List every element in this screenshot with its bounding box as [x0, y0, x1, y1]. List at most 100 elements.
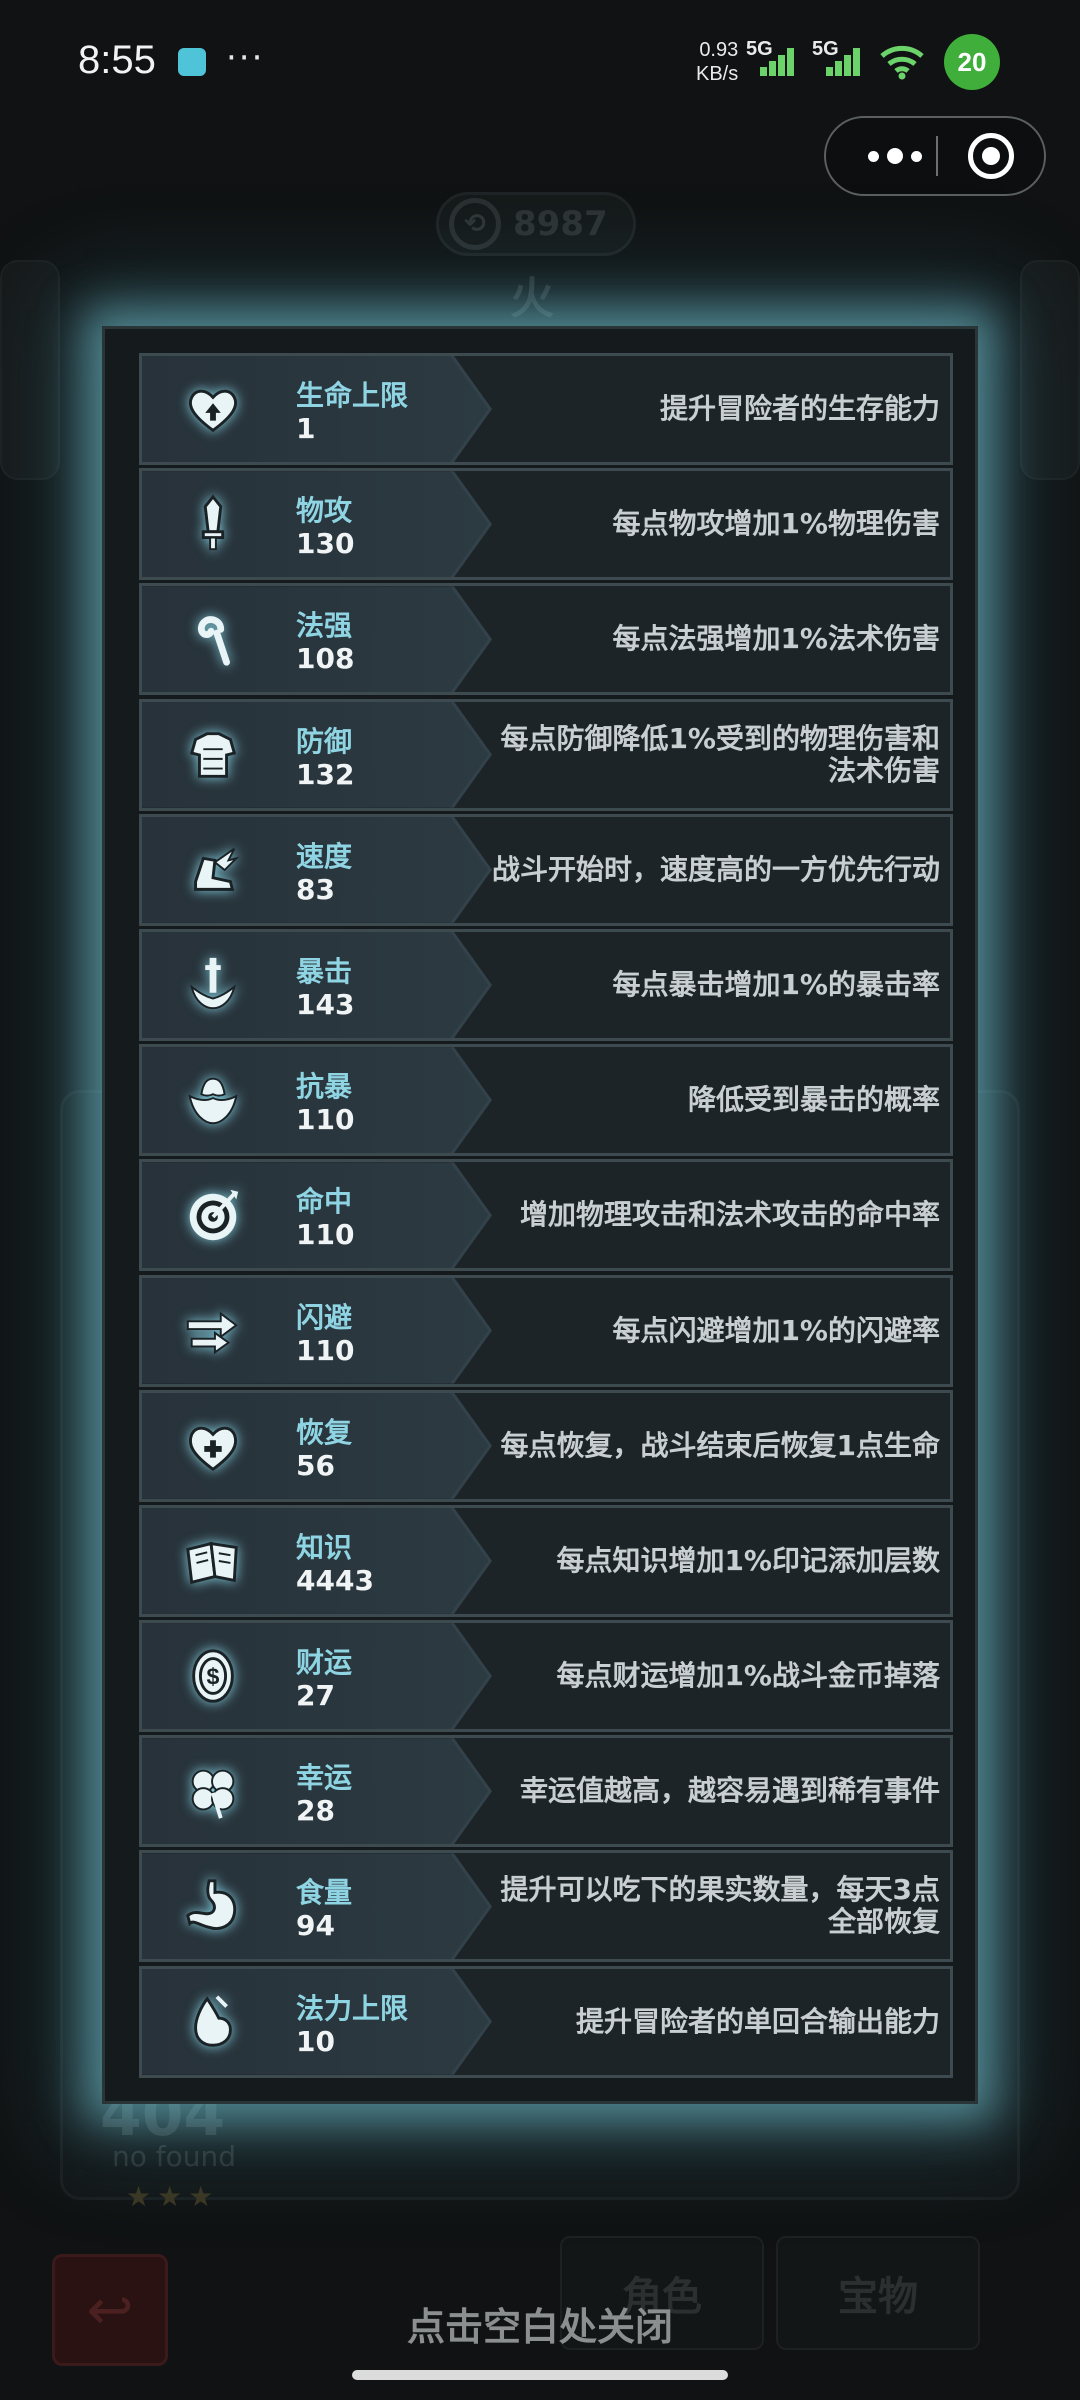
stat-row: 法强 108 每点法强增加1%法术伤害: [139, 583, 953, 696]
stat-row: 幸运 28 幸运值越高，越容易遇到稀有事件: [139, 1735, 953, 1848]
app-notification-icon: [178, 48, 206, 76]
stat-name: 物攻: [296, 494, 353, 528]
target-icon: [176, 1178, 250, 1252]
stat-description: 每点防御降低1%受到的物理伤害和法术伤害: [500, 721, 940, 787]
capsule-divider: [936, 136, 938, 176]
clover-icon: [176, 1754, 250, 1828]
stat-row: 抗暴 110 降低受到暴击的概率: [139, 1044, 953, 1157]
stat-name: 暴击: [296, 954, 353, 988]
stat-description: 幸运值越高，越容易遇到稀有事件: [519, 1774, 940, 1808]
wifi-icon: [880, 45, 924, 80]
stat-name: 幸运: [296, 1761, 353, 1795]
stat-name: 法力上限: [296, 1991, 409, 2025]
stat-row: 防御 132 每点防御降低1%受到的物理伤害和法术伤害: [139, 698, 953, 811]
coin-icon: $: [176, 1639, 250, 1713]
stat-value: 1: [296, 412, 316, 445]
dodge-arrows-icon: [176, 1294, 250, 1368]
stat-value: 110: [296, 1103, 355, 1137]
stat-description: 降低受到暴击的概率: [687, 1083, 940, 1117]
more-notifications-icon: ···: [226, 38, 265, 78]
shell-shield-icon: [176, 1063, 250, 1137]
status-time: 8:55: [78, 38, 156, 82]
stat-description: 每点知识增加1%印记添加层数: [556, 1543, 940, 1577]
stat-description: 每点暴击增加1%的暴击率: [612, 967, 940, 1001]
book-icon: [176, 1524, 250, 1598]
stat-description: 每点物攻增加1%物理伤害: [612, 507, 940, 541]
signal-bars-icon: [826, 46, 870, 76]
stat-value: 83: [296, 872, 335, 906]
stat-value: 110: [296, 1218, 355, 1252]
stat-value: 130: [296, 527, 355, 561]
stat-value: 110: [296, 1333, 355, 1367]
winged-boot-icon: [176, 833, 250, 907]
stat-value: 4443: [296, 1563, 374, 1597]
network-speed-unit: KB/s: [696, 63, 739, 85]
stat-value: 10: [296, 2024, 335, 2058]
stat-name: 闪避: [296, 1300, 353, 1334]
stat-row: $ 财运 27 每点财运增加1%战斗金币掉落: [139, 1620, 953, 1733]
network-speed: 0.93 KB/s: [696, 38, 738, 86]
stat-row: 生命上限 1 提升冒险者的生存能力: [139, 353, 953, 465]
bg-currency-pill: ⟲ 8987: [436, 192, 636, 256]
stat-description: 提升冒险者的生存能力: [659, 392, 940, 425]
stomach-icon: [176, 1869, 250, 1943]
mana-drop-icon: [176, 1985, 250, 2059]
crit-dagger-icon: [176, 948, 250, 1022]
stat-row: 知识 4443 每点知识增加1%印记添加层数: [139, 1504, 953, 1617]
miniprogram-capsule: [824, 116, 1046, 196]
bg-card-right: [1020, 260, 1080, 480]
stat-name: 财运: [296, 1646, 353, 1680]
stat-name: 命中: [296, 1185, 353, 1219]
stat-row: 暴击 143 每点暴击增加1%的暴击率: [139, 928, 953, 1041]
stat-description: 每点财运增加1%战斗金币掉落: [556, 1659, 940, 1693]
stat-value: 143: [296, 987, 355, 1021]
close-miniprogram-icon[interactable]: [968, 133, 1014, 179]
stat-description: 战斗开始时，速度高的一方优先行动: [491, 852, 940, 886]
network-speed-value: 0.93: [699, 39, 739, 61]
stat-row: 速度 83 战斗开始时，速度高的一方优先行动: [139, 813, 953, 926]
svg-text:$: $: [207, 1664, 220, 1690]
stat-value: 56: [296, 1448, 335, 1482]
armor-icon: [176, 718, 250, 792]
stat-name: 食量: [296, 1876, 353, 1910]
heart-plus-icon: [176, 1409, 250, 1483]
signal-bars-icon: [760, 46, 804, 76]
stat-description: 每点法强增加1%法术伤害: [612, 622, 940, 656]
star-rating: ★★★: [126, 2180, 220, 2213]
element-label: 火: [510, 273, 554, 324]
stat-value: 132: [296, 757, 355, 791]
sword-icon: [176, 487, 250, 561]
stats-panel: 生命上限 1 提升冒险者的生存能力物攻 130 每点物攻增加1%物理伤害法强 108 每点法…: [102, 326, 978, 2104]
stat-description: 每点恢复，战斗结束后恢复1点生命: [500, 1428, 940, 1462]
status-bar: 8:55 ··· 0.93 KB/s 5G 5G 20: [0, 0, 1080, 120]
home-indicator[interactable]: [352, 2370, 728, 2380]
staff-icon: [176, 602, 250, 676]
stat-name: 防御: [296, 724, 353, 758]
currency-icon: ⟲: [449, 198, 501, 250]
stat-name: 法强: [296, 609, 353, 643]
stat-name: 抗暴: [296, 1070, 353, 1104]
close-hint[interactable]: 点击空白处关闭: [0, 2296, 1080, 2351]
heart-up-icon: [176, 372, 250, 446]
stat-row: 闪避 110 每点闪避增加1%的闪避率: [139, 1274, 953, 1387]
stat-row: 食量 94 提升可以吃下的果实数量，每天3点全部恢复: [139, 1850, 953, 1963]
stat-name: 速度: [296, 839, 353, 873]
stat-row: 恢复 56 每点恢复，战斗结束后恢复1点生命: [139, 1389, 953, 1502]
stat-name: 知识: [296, 1530, 353, 1564]
stat-value: 28: [296, 1794, 335, 1828]
bg-card-left: [0, 260, 60, 480]
more-menu-icon[interactable]: [850, 118, 940, 194]
stat-row: 法力上限 10 提升冒险者的单回合输出能力: [139, 1965, 953, 2078]
placeholder-small: no found: [112, 2140, 237, 2173]
stat-description: 增加物理攻击和法术攻击的命中率: [519, 1198, 940, 1232]
stat-value: 27: [296, 1679, 335, 1713]
stat-row: 物攻 130 每点物攻增加1%物理伤害: [139, 468, 953, 581]
battery-clover-badge: 20: [944, 34, 1000, 90]
stat-name: 生命上限: [296, 379, 409, 412]
currency-value: 8987: [513, 204, 608, 244]
stat-name: 恢复: [296, 1415, 353, 1449]
stat-row: 命中 110 增加物理攻击和法术攻击的命中率: [139, 1159, 953, 1272]
stat-description: 提升可以吃下的果实数量，每天3点全部恢复: [500, 1873, 940, 1939]
stat-value: 108: [296, 642, 355, 676]
stat-description: 提升冒险者的单回合输出能力: [575, 2004, 940, 2038]
